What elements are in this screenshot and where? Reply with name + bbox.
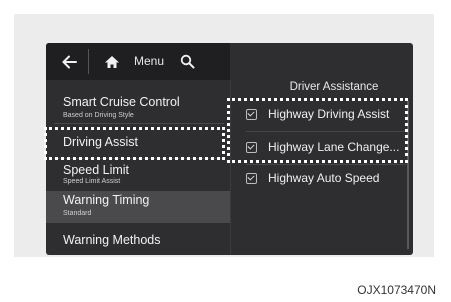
menu-item-label: Smart Cruise Control	[63, 95, 180, 109]
menu-item-label: Warning Timing	[63, 193, 150, 207]
menu-item-label: Warning Methods	[63, 233, 161, 247]
back-arrow-icon[interactable]	[56, 43, 82, 80]
dotted-highlight-box	[44, 127, 225, 160]
dotted-highlight-box	[227, 98, 408, 163]
option-highway-auto-speed[interactable]: Highway Auto Speed	[240, 166, 400, 191]
menu-button[interactable]: Menu	[134, 43, 164, 80]
menu-item-warning-methods[interactable]: Warning Methods	[46, 225, 230, 255]
top-bar: Menu	[46, 43, 230, 80]
left-menu: Smart Cruise Control Based on Driving St…	[46, 80, 230, 255]
panel-title: Driver Assistance	[289, 81, 379, 93]
menu-item-speed-limit[interactable]: Speed Limit Speed Limit Assist	[46, 160, 230, 190]
option-label: Highway Auto Speed	[268, 171, 380, 185]
menu-item-sublabel: Based on Driving Style	[63, 112, 134, 119]
menu-item-smart-cruise-control[interactable]: Smart Cruise Control Based on Driving St…	[46, 85, 230, 125]
home-icon[interactable]	[101, 43, 123, 80]
menu-separator	[54, 123, 224, 124]
search-icon[interactable]	[176, 43, 198, 80]
menu-item-label: Speed Limit	[63, 163, 130, 177]
menu-item-sublabel: Standard	[63, 210, 92, 217]
option-separator	[246, 164, 406, 165]
topbar-divider	[88, 49, 89, 74]
menu-item-warning-timing[interactable]: Warning Timing Standard	[46, 191, 230, 223]
checkbox-checked-icon[interactable]	[246, 173, 257, 184]
figure-caption: OJX1073470N	[357, 283, 436, 297]
menu-item-sublabel: Speed Limit Assist	[63, 178, 121, 185]
